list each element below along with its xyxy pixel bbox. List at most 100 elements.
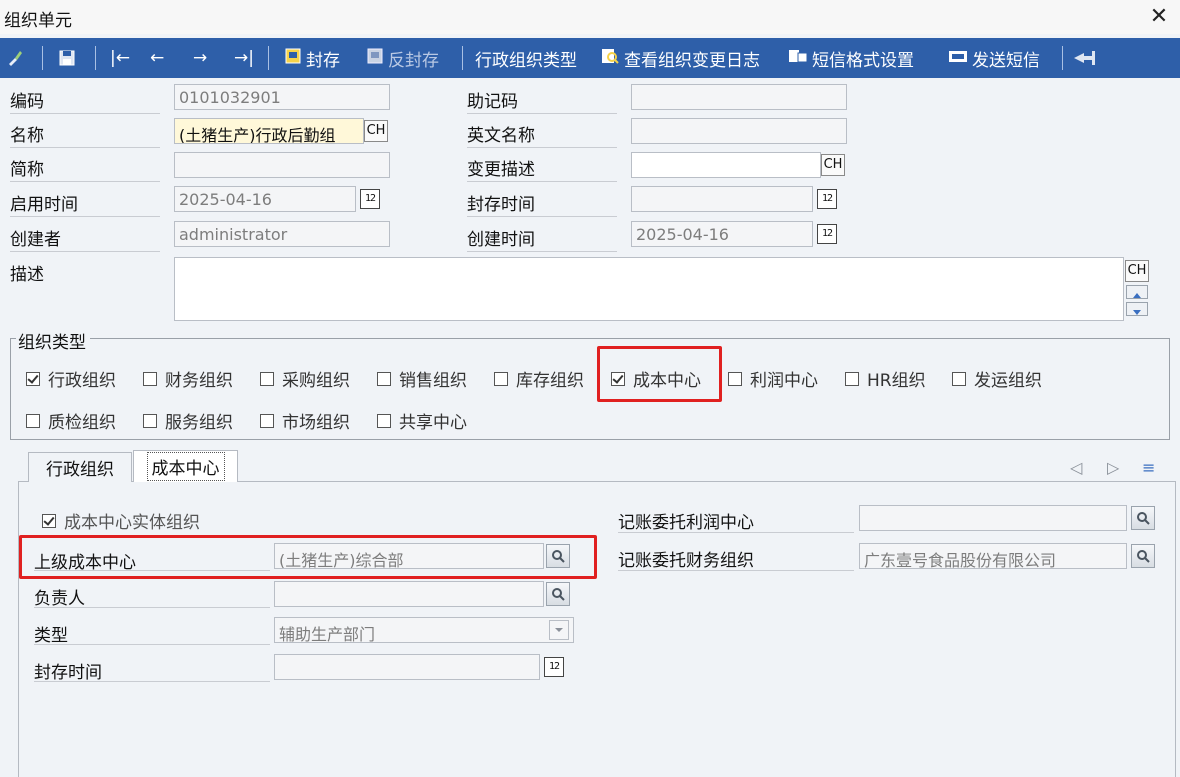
checkbox-sales-org[interactable]: 销售组织 <box>377 366 467 391</box>
manager-field[interactable] <box>274 581 544 607</box>
send-sms-button[interactable]: 发送短信 <box>948 38 1040 78</box>
unarchive-icon <box>366 47 384 69</box>
org-type-button[interactable]: 行政组织类型 <box>475 38 577 78</box>
change-log-button[interactable]: 查看组织变更日志 <box>600 38 760 78</box>
creator-label: 创建者 <box>10 230 61 250</box>
checkbox-icon <box>377 371 391 386</box>
prev-record-button[interactable]: ← <box>150 38 164 78</box>
exit-button[interactable] <box>1072 38 1096 78</box>
scroll-down-button[interactable] <box>1126 302 1148 316</box>
finance-org-lookup-button[interactable] <box>1131 544 1155 568</box>
next-record-button[interactable]: → <box>193 38 207 78</box>
checkbox-label: HR组织 <box>867 371 926 391</box>
unarchive-button[interactable]: 反封存 <box>366 38 439 78</box>
checkbox-checked-icon <box>26 371 40 386</box>
tab-next-icon[interactable]: ▷ <box>1107 458 1119 477</box>
brush-button[interactable] <box>6 38 24 78</box>
calendar-icon[interactable]: 12 <box>817 189 837 209</box>
create-time-field[interactable]: 2025-04-16 <box>631 221 813 247</box>
checkbox-checked-icon <box>42 513 56 528</box>
create-time-label: 创建时间 <box>467 230 535 250</box>
checkbox-market-org[interactable]: 市场组织 <box>260 408 350 433</box>
checkbox-icon <box>494 371 508 386</box>
window-title: 组织单元 <box>4 11 72 31</box>
checkbox-finance-org[interactable]: 财务组织 <box>143 366 233 391</box>
exit-icon <box>1074 51 1095 65</box>
finance-org-field[interactable]: 广东壹号食品股份有限公司 <box>859 543 1127 569</box>
checkbox-label: 质检组织 <box>48 413 116 433</box>
checkbox-admin-org[interactable]: 行政组织 <box>26 366 116 391</box>
save-button[interactable] <box>58 38 76 78</box>
checkbox-shared-center[interactable]: 共享中心 <box>377 408 467 433</box>
tab-cost-center[interactable]: 成本中心 <box>133 450 238 482</box>
checkbox-inventory-org[interactable]: 库存组织 <box>494 366 584 391</box>
archive-time-field[interactable] <box>631 186 813 212</box>
profit-center-label: 记账委托利润中心 <box>618 513 754 533</box>
enable-time-field[interactable]: 2025-04-16 <box>174 186 356 212</box>
creator-field[interactable]: administrator <box>174 221 390 247</box>
scroll-up-button[interactable] <box>1126 285 1148 299</box>
search-icon <box>1137 550 1150 563</box>
english-name-field[interactable] <box>631 118 847 144</box>
parent-cost-center-field[interactable]: (土猪生产)综合部 <box>274 543 544 569</box>
last-record-button[interactable]: →| <box>234 38 254 78</box>
checkbox-cost-center[interactable]: 成本中心 <box>611 366 701 391</box>
short-name-field[interactable] <box>174 152 390 178</box>
checkbox-label: 行政组织 <box>48 371 116 391</box>
parent-cost-center-lookup-button[interactable] <box>546 544 570 568</box>
description-textarea[interactable] <box>174 257 1124 321</box>
checkbox-icon <box>952 371 966 386</box>
arrow-left-icon: ← <box>150 48 165 68</box>
change-desc-field[interactable] <box>631 152 821 178</box>
sms-format-label: 短信格式设置 <box>812 50 914 71</box>
first-record-button[interactable]: |← <box>110 38 130 78</box>
checkbox-service-org[interactable]: 服务组织 <box>143 408 233 433</box>
name-language-button[interactable]: CH <box>364 120 388 142</box>
dropdown-button[interactable] <box>549 620 569 640</box>
description-language-button[interactable]: CH <box>1125 260 1149 282</box>
checkbox-label: 共享中心 <box>399 413 467 433</box>
arrow-right-icon: → <box>193 48 208 68</box>
close-button[interactable]: ✕ <box>1144 2 1174 32</box>
checkbox-shipping-org[interactable]: 发运组织 <box>952 366 1042 391</box>
checkbox-icon <box>377 413 391 428</box>
save-icon <box>59 50 75 66</box>
cc-archive-time-field[interactable] <box>274 654 540 680</box>
tab-label: 行政组织 <box>46 460 114 480</box>
search-icon <box>552 550 565 563</box>
checkbox-cost-center-entity[interactable]: 成本中心实体组织 <box>42 508 200 533</box>
log-search-icon <box>600 47 620 69</box>
checkbox-icon <box>728 371 742 386</box>
code-field[interactable]: 0101032901 <box>174 84 390 110</box>
toolbar: |← ← → →| 封存 反封存 行政组织类型 查看组织变更日志 短信格式设置 … <box>0 38 1180 78</box>
mnemonic-label: 助记码 <box>467 92 518 112</box>
mnemonic-field[interactable] <box>631 84 847 110</box>
calendar-icon[interactable]: 12 <box>360 189 380 209</box>
checkbox-purchase-org[interactable]: 采购组织 <box>260 366 350 391</box>
checkbox-hr-org[interactable]: HR组织 <box>845 366 926 391</box>
name-field[interactable]: (土猪生产)行政后勤组 <box>174 118 364 144</box>
checkbox-profit-center[interactable]: 利润中心 <box>728 366 818 391</box>
manager-lookup-button[interactable] <box>546 582 570 606</box>
finance-org-label: 记账委托财务组织 <box>618 551 754 571</box>
tab-admin-org[interactable]: 行政组织 <box>28 452 132 482</box>
archive-label: 封存 <box>306 50 340 71</box>
checkbox-label: 利润中心 <box>750 371 818 391</box>
checkbox-label: 市场组织 <box>282 413 350 433</box>
chevron-down-icon <box>555 628 563 632</box>
archive-button[interactable]: 封存 <box>284 38 340 78</box>
change-desc-language-button[interactable]: CH <box>821 154 845 176</box>
type-select[interactable]: 辅助生产部门 <box>274 617 574 643</box>
checkbox-icon <box>260 371 274 386</box>
name-label: 名称 <box>10 126 44 146</box>
org-type-label: 行政组织类型 <box>475 50 577 71</box>
brush-icon <box>9 51 22 66</box>
profit-center-field[interactable] <box>859 505 1127 531</box>
sms-format-button[interactable]: 短信格式设置 <box>788 38 914 78</box>
calendar-icon[interactable]: 12 <box>544 657 564 677</box>
tab-prev-icon[interactable]: ◁ <box>1070 458 1082 477</box>
checkbox-qc-org[interactable]: 质检组织 <box>26 408 116 433</box>
calendar-icon[interactable]: 12 <box>817 224 837 244</box>
tab-menu-icon[interactable]: ≡ <box>1142 458 1155 477</box>
profit-center-lookup-button[interactable] <box>1131 506 1155 530</box>
